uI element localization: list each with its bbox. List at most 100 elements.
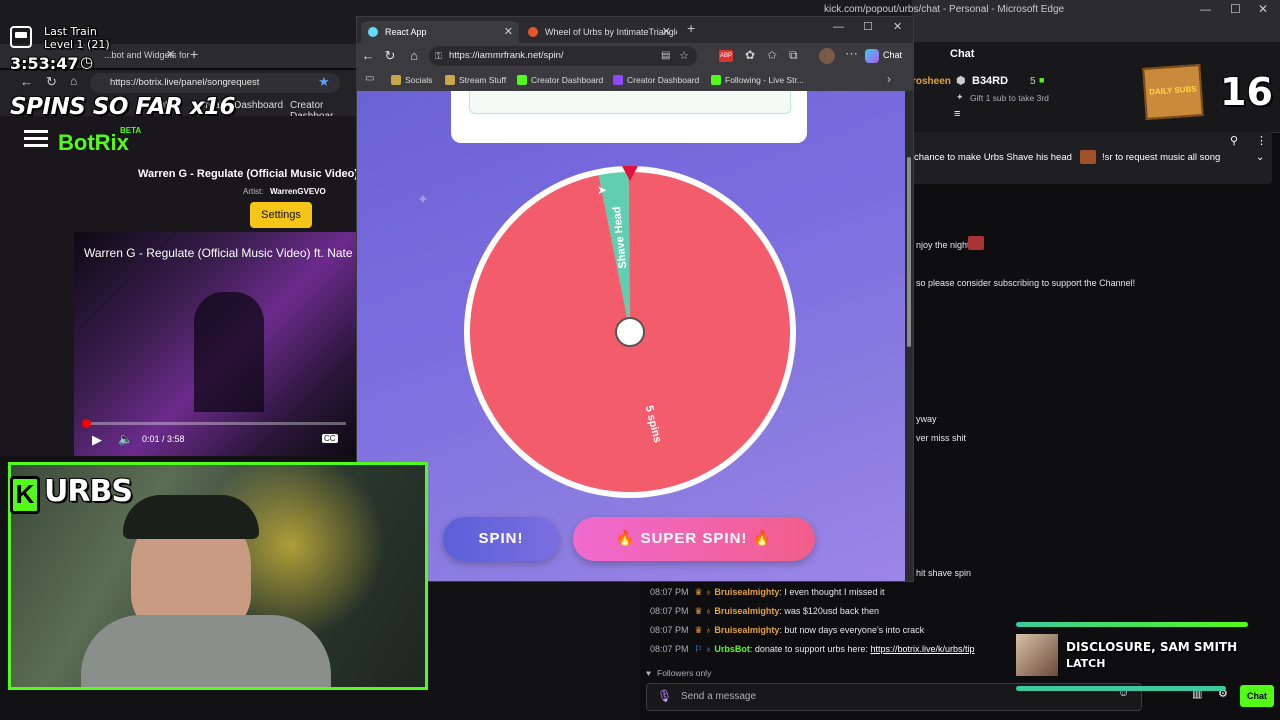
back-url-text: https://botrix.live/panel/songrequest (110, 77, 260, 88)
chat-message: 08:07 PM ♛ ♁ Bruisealmighty: but now days… (650, 625, 925, 635)
card-inner-panel (469, 91, 791, 114)
video-progress-track[interactable] (84, 422, 346, 425)
followers-only: Followers only (657, 668, 712, 678)
chat-partial-line: njoy the night (916, 240, 970, 250)
twitch-icon (613, 75, 623, 85)
super-spin-button[interactable]: 🔥 SUPER SPIN! 🔥 (573, 517, 815, 561)
video-player[interactable]: Warren G - Regulate (Official Music Vide… (74, 232, 356, 456)
back-refresh-icon[interactable]: ↻ (46, 74, 57, 90)
minimize-icon[interactable]: — (1200, 4, 1211, 16)
daily-subs-count: 16 (1220, 70, 1273, 114)
tab-wheel-of-urbs[interactable]: Wheel of Urbs by IntimateTriangle ✕ (521, 21, 677, 43)
hamburger-menu-icon[interactable] (24, 130, 48, 148)
chevron-down-icon[interactable]: ⌄ (1256, 152, 1264, 163)
extensions-icon[interactable]: ✿ (745, 48, 755, 62)
back-tab-label[interactable]: ...bot and Widgets for (104, 50, 190, 60)
spin-button[interactable]: SPIN! (443, 517, 559, 561)
top-gifter: B34RD (972, 75, 1009, 87)
back-tab-close-icon[interactable]: ✕ (166, 48, 175, 61)
read-aloud-icon[interactable]: ▤ (661, 46, 670, 66)
favorites-icon[interactable]: ✩ (767, 48, 777, 62)
back-home-icon[interactable]: ⌂ (70, 74, 77, 88)
crown-badge-icon: ♛ ♁ (694, 587, 715, 597)
wheel-hub (615, 317, 645, 347)
back-address-bar[interactable]: https://botrix.live/panel/songrequest ★ (90, 73, 340, 93)
chat-username[interactable]: Bruisealmighty (714, 606, 779, 616)
fav-following[interactable]: Following - Live Str... (711, 73, 804, 87)
bot-badge-icon: ⚐ ♁ (694, 644, 715, 654)
collections-icon[interactable]: ⧉ (789, 48, 798, 63)
artist-value: WarrenGVEVO (270, 187, 326, 196)
train-timer: 3:53:47 (10, 54, 79, 73)
back-icon[interactable]: ← (359, 47, 377, 65)
page-scroll-thumb[interactable] (907, 157, 911, 347)
train-title: Last Train (44, 25, 97, 38)
close-icon[interactable]: ✕ (1258, 2, 1268, 16)
back-new-tab-icon[interactable]: + (190, 46, 198, 62)
train-icon (10, 26, 32, 48)
crown-badge-icon: ♛ ♁ (694, 625, 715, 635)
refresh-icon[interactable]: ↻ (381, 47, 399, 65)
clock-icon: ◷ (80, 53, 94, 71)
collapse-icon[interactable]: ≡ (954, 108, 960, 120)
fire-icon: 🔥 (747, 530, 773, 547)
edge-minimize-icon[interactable]: — (833, 21, 844, 33)
new-tab-icon[interactable]: + (687, 20, 695, 36)
chat-partial-line: yway (916, 414, 937, 424)
tab-close-icon[interactable]: ✕ (662, 21, 671, 43)
home-icon[interactable]: ⌂ (405, 47, 423, 65)
spin-wheel[interactable]: Shave Head5 spins (461, 163, 799, 501)
more-menu-icon[interactable]: ⋯ (845, 46, 858, 62)
video-title: Warren G - Regulate (Official Music Vide… (84, 246, 353, 260)
adblock-icon[interactable]: ABP (719, 50, 733, 62)
edge-close-icon[interactable]: ✕ (893, 20, 902, 33)
favorite-star-icon[interactable]: ★ (318, 74, 330, 90)
maximize-icon[interactable]: ☐ (1230, 2, 1241, 16)
pin-icon[interactable]: ⚲ (1230, 134, 1238, 147)
fav-socials[interactable]: Socials (391, 73, 432, 87)
video-progress-handle[interactable] (82, 419, 91, 428)
copilot-chat-button[interactable]: Chat (863, 46, 909, 66)
chevron-right-icon[interactable]: › (887, 72, 891, 86)
site-info-icon[interactable]: ⚿ (435, 46, 442, 66)
tab-react-app[interactable]: React App ✕ (361, 21, 519, 43)
captions-icon[interactable]: CC (322, 434, 338, 443)
play-icon[interactable]: ▶ (92, 432, 102, 448)
chat-username[interactable]: Bruisealmighty (714, 587, 779, 597)
fav-creator-dashboard[interactable]: Creator Dashboard (517, 73, 603, 87)
fire-icon: 🔥 (615, 530, 641, 547)
fav-creator-dashboard-2[interactable]: Creator Dashboard (613, 73, 699, 87)
favorites-bar: ▭ Socials Stream Stuff Creator Dashboard… (357, 69, 913, 92)
tab-actions-icon[interactable]: ▭ (365, 73, 374, 84)
now-playing-top-bar (1016, 622, 1248, 627)
artist-label: Artist: (243, 187, 264, 196)
tip-link[interactable]: https://botrix.live/k/urbs/tip (870, 644, 974, 654)
gift-hint[interactable]: Gift 1 sub to take 3rd (970, 93, 1049, 103)
train-level: Level 1 (21) (44, 38, 110, 51)
pinned-message: chance to make Urbs Shave his head !sr t… (912, 132, 1272, 184)
video-time: 0:01 / 3:58 (142, 434, 185, 444)
daily-subs-label: DAILY SUBS (1148, 84, 1197, 97)
profile-avatar[interactable] (819, 48, 835, 64)
botrix-beta-badge: BETA (120, 126, 142, 135)
kick-logo-icon: K (10, 476, 40, 514)
chat-username[interactable]: UrbsBot (714, 644, 750, 654)
url-text: https://iammrfrank.net/spin/ (449, 50, 564, 61)
more-options-icon[interactable]: ⋮ (1256, 134, 1267, 147)
folder-icon (391, 75, 401, 85)
chat-message: 08:07 PM ♛ ♁ Bruisealmighty: I even thoug… (650, 587, 885, 597)
chat-partial-line: ver miss shit (916, 433, 967, 443)
fav-stream-stuff[interactable]: Stream Stuff (445, 73, 506, 87)
tab-close-icon[interactable]: ✕ (504, 21, 513, 43)
chat-username[interactable]: Bruisealmighty (714, 625, 779, 635)
now-playing-track: LATCH (1066, 657, 1106, 670)
settings-button[interactable]: Settings (250, 202, 312, 228)
favorite-star-icon[interactable]: ☆ (679, 46, 689, 66)
edge-window-title: kick.com/popout/urbs/chat - Personal - M… (824, 4, 1065, 15)
volume-icon[interactable]: 🔈 (118, 432, 133, 446)
microphone-icon[interactable]: 🎙 (657, 689, 672, 703)
address-bar[interactable]: ⚿ https://iammrfrank.net/spin/ ▤ ☆ (429, 46, 697, 66)
copilot-icon (865, 49, 879, 63)
edge-maximize-icon[interactable]: ☐ (863, 20, 873, 33)
back-back-icon[interactable]: ← (20, 74, 33, 89)
